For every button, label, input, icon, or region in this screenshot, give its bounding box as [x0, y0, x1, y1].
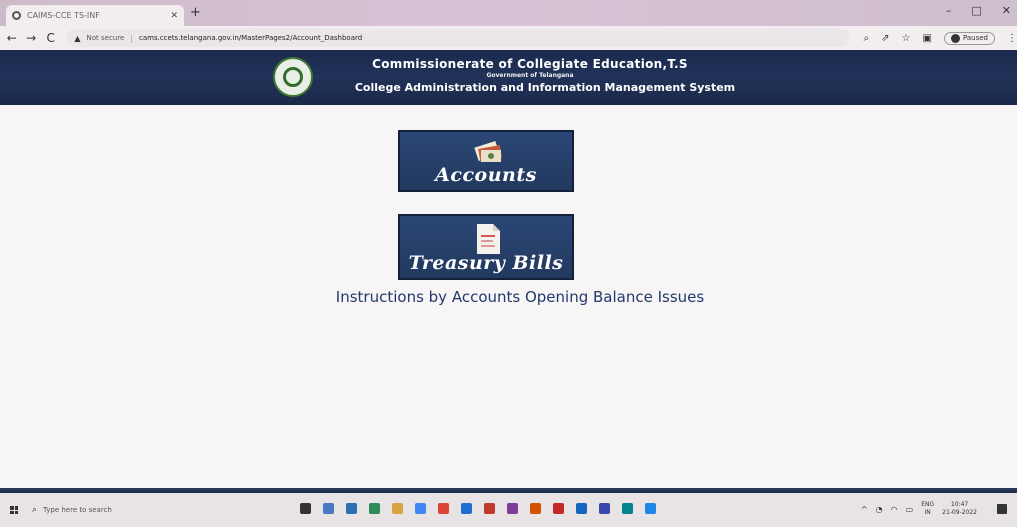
profile-button[interactable]: Paused: [943, 31, 995, 45]
clock-date: 21-09-2022: [942, 509, 977, 516]
taskbar-app-icon[interactable]: [507, 503, 518, 514]
tab-close-icon[interactable]: ✕: [170, 11, 178, 21]
taskbar-app-icon[interactable]: [461, 503, 472, 514]
clock[interactable]: 10:47 21-09-2022: [942, 501, 977, 517]
taskbar-app-icon[interactable]: [300, 503, 311, 514]
search-icon[interactable]: ⌕: [864, 33, 870, 44]
star-icon[interactable]: ☆: [902, 33, 911, 44]
avatar: [950, 33, 960, 43]
close-button[interactable]: ✕: [1002, 4, 1011, 17]
warning-icon[interactable]: ▲: [74, 34, 80, 43]
share-icon[interactable]: ⇗: [881, 33, 889, 44]
address-bar[interactable]: ▲ Not secure | cams.ccets.telangana.gov.…: [66, 29, 850, 47]
browser-toolbar: ← → C ▲ Not secure | cams.ccets.telangan…: [0, 26, 1017, 50]
money-icon: [474, 140, 503, 162]
new-tab-button[interactable]: +: [190, 6, 201, 20]
start-button[interactable]: [10, 506, 18, 514]
maximize-button[interactable]: □: [971, 4, 981, 17]
sidepanel-icon[interactable]: ▣: [923, 33, 932, 44]
windows-taskbar: ⌕ Type here to search ^ ◔ ◠ ▭ ENG IN 10:…: [0, 493, 1017, 527]
loading-icon: [12, 11, 21, 20]
accounts-tile[interactable]: Accounts: [398, 130, 574, 192]
system-name: College Administration and Information M…: [354, 81, 736, 94]
taskbar-app-icon[interactable]: [484, 503, 495, 514]
tab-title: CAIMS-CCE TS-INF: [27, 11, 100, 20]
taskbar-app-icon[interactable]: [415, 503, 426, 514]
taskbar-app-icon[interactable]: [369, 503, 380, 514]
battery-icon[interactable]: ▭: [906, 505, 914, 514]
language-label: ENG: [921, 501, 935, 508]
taskbar-app-icon[interactable]: [645, 503, 656, 514]
profile-label: Paused: [962, 34, 988, 42]
taskbar-app-icon[interactable]: [323, 503, 334, 514]
back-button[interactable]: ←: [4, 31, 19, 45]
wifi-icon[interactable]: ◠: [891, 505, 898, 514]
taskbar-app-icon[interactable]: [622, 503, 633, 514]
language-indicator[interactable]: ENG IN: [921, 501, 934, 517]
accounts-label: Accounts: [435, 164, 537, 186]
treasury-bills-label: Treasury Bills: [408, 252, 564, 274]
instructions-link[interactable]: Instructions by Accounts Opening Balance…: [270, 288, 770, 306]
taskbar-app-icon[interactable]: [392, 503, 403, 514]
language-region: IN: [924, 509, 931, 516]
window-controls: – □ ✕: [946, 4, 1011, 17]
tab-strip: CAIMS-CCE TS-INF ✕ + – □ ✕: [0, 0, 1017, 26]
header-subtitle: Government of Telangana: [486, 72, 574, 79]
volume-icon[interactable]: ◔: [876, 505, 883, 514]
pinned-apps: [300, 503, 656, 514]
toolbar-actions: ⌕ ⇗ ☆ ▣ Paused ⋮: [864, 31, 1017, 45]
emblem-logo: [273, 57, 313, 97]
document-icon: [477, 224, 500, 254]
minimize-button[interactable]: –: [946, 4, 952, 17]
taskbar-app-icon[interactable]: [553, 503, 564, 514]
header-title: Commissionerate of Collegiate Education,…: [372, 57, 688, 71]
taskbar-search[interactable]: ⌕ Type here to search: [32, 505, 282, 515]
chevron-up-icon[interactable]: ^: [861, 505, 868, 514]
taskbar-app-icon[interactable]: [346, 503, 357, 514]
search-placeholder: Type here to search: [43, 506, 112, 514]
url-text[interactable]: cams.ccets.telangana.gov.in/MasterPages2…: [139, 34, 362, 42]
menu-icon[interactable]: ⋮: [1007, 33, 1017, 44]
system-tray: ^ ◔ ◠ ▭ ENG IN 10:47 21-09-2022: [861, 501, 977, 517]
taskbar-app-icon[interactable]: [599, 503, 610, 514]
clock-time: 10:47: [950, 501, 969, 508]
search-icon: ⌕: [32, 505, 38, 515]
reload-button[interactable]: C: [43, 31, 58, 45]
notification-icon[interactable]: [997, 504, 1007, 514]
divider: |: [130, 33, 133, 43]
browser-tab[interactable]: CAIMS-CCE TS-INF ✕: [6, 5, 184, 26]
taskbar-app-icon[interactable]: [576, 503, 587, 514]
site-header: Commissionerate of Collegiate Education,…: [0, 50, 1017, 105]
taskbar-app-icon[interactable]: [530, 503, 541, 514]
not-secure-label: Not secure: [86, 34, 125, 42]
taskbar-app-icon[interactable]: [438, 503, 449, 514]
page-content: Commissionerate of Collegiate Education,…: [0, 50, 1017, 494]
forward-button[interactable]: →: [23, 31, 38, 45]
treasury-bills-tile[interactable]: Treasury Bills: [398, 214, 574, 280]
